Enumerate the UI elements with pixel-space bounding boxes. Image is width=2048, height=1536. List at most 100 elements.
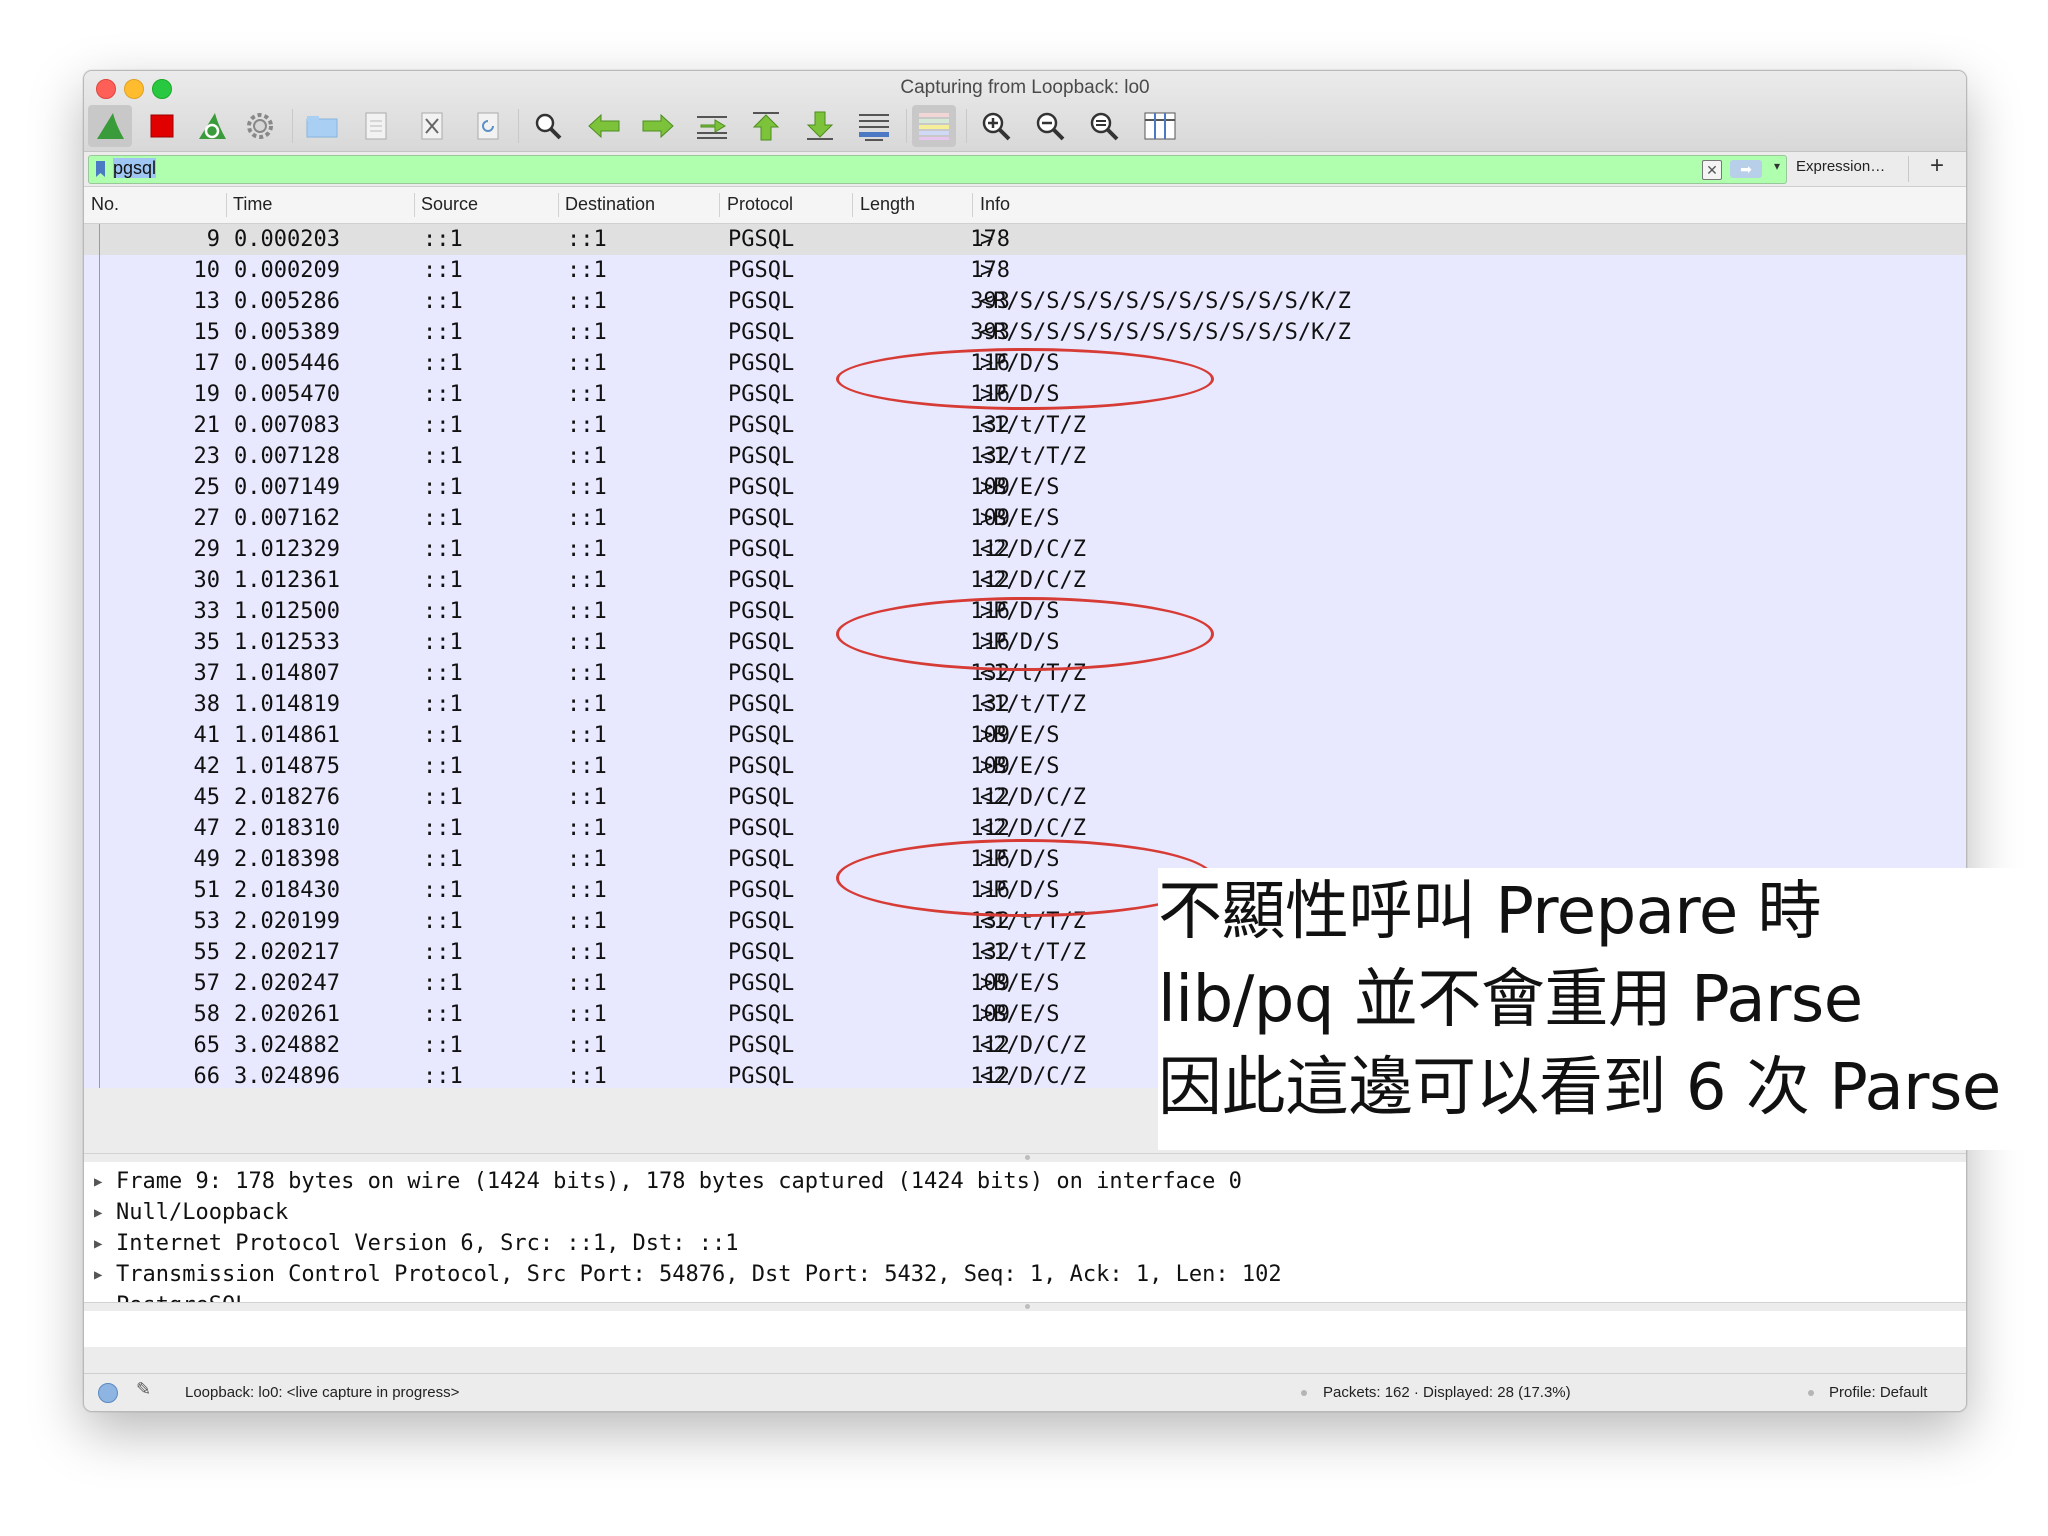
packet-source: ::1 <box>423 1033 463 1058</box>
annotation-line: 因此這邊可以看到 6 次 Parse <box>1158 1051 2001 1125</box>
title-bar: Capturing from Loopback: lo0 <box>84 71 1966 152</box>
close-file-button[interactable] <box>410 105 454 147</box>
start-capture-button[interactable] <box>88 105 132 147</box>
packet-row[interactable]: 35 1.012533::1::1 PGSQL 116 >P/D/S <box>84 627 1966 658</box>
go-last-button[interactable] <box>798 105 842 147</box>
packet-source: ::1 <box>423 1002 463 1027</box>
detail-tree-item[interactable]: ▶ Null/Loopback <box>94 1197 288 1228</box>
packet-row[interactable]: 30 1.012361::1::1 PGSQL 112 <2/D/C/Z <box>84 565 1966 596</box>
detail-tree-item[interactable]: ▼PostgreSQL <box>94 1290 248 1302</box>
zoom-out-button[interactable] <box>1028 105 1072 147</box>
apply-filter-arrow-icon[interactable]: ➡ <box>1730 160 1762 178</box>
packet-time: 0.005446 <box>234 351 340 376</box>
packet-protocol: PGSQL <box>728 351 795 376</box>
packet-protocol: PGSQL <box>728 1064 795 1088</box>
collapse-right-triangle-icon[interactable]: ▶ <box>94 1167 116 1198</box>
capture-options-button[interactable] <box>238 105 282 147</box>
expression-button[interactable]: Expression… <box>1796 158 1885 175</box>
packet-row[interactable]: 45 2.018276::1::1 PGSQL 112 <2/D/C/Z <box>84 782 1966 813</box>
packet-row[interactable]: 33 1.012500::1::1 PGSQL 116 >P/D/S <box>84 596 1966 627</box>
autoscroll-button[interactable] <box>852 105 896 147</box>
packet-details-pane[interactable]: ▶ Frame 9: 178 bytes on wire (1424 bits),… <box>84 1162 1966 1302</box>
packet-protocol: PGSQL <box>728 630 795 655</box>
packet-row[interactable]: 47 2.018310::1::1 PGSQL 112 <2/D/C/Z <box>84 813 1966 844</box>
packet-source: ::1 <box>423 506 463 531</box>
packet-info: <R/S/S/S/S/S/S/S/S/S/S/S/K/Z <box>980 289 1351 314</box>
column-header-source[interactable]: Source <box>421 194 478 215</box>
zoom-normal-button[interactable] <box>1082 105 1126 147</box>
packet-row[interactable]: 10 0.000209::1::1 PGSQL 178 > <box>84 255 1966 286</box>
detail-text: Internet Protocol Version 6, Src: ::1, D… <box>116 1231 739 1256</box>
packet-row[interactable]: 17 0.005446::1::1 PGSQL 116 >P/D/S <box>84 348 1966 379</box>
packet-no: 55 <box>193 940 221 965</box>
go-forward-button[interactable] <box>636 105 680 147</box>
packet-row[interactable]: 41 1.014861::1::1 PGSQL 109 >B/E/S <box>84 720 1966 751</box>
expand-down-triangle-icon[interactable]: ▼ <box>94 1291 116 1303</box>
open-file-button[interactable] <box>300 105 344 147</box>
stop-capture-button[interactable] <box>140 105 184 147</box>
packet-protocol: PGSQL <box>728 785 795 810</box>
restart-capture-button[interactable] <box>190 105 234 147</box>
detail-tree-item[interactable]: ▶ Internet Protocol Version 6, Src: ::1, … <box>94 1228 739 1259</box>
go-first-button[interactable] <box>744 105 788 147</box>
find-magnifier-icon <box>535 113 562 140</box>
colorize-button[interactable] <box>912 105 956 147</box>
go-back-button[interactable] <box>582 105 626 147</box>
save-file-button[interactable] <box>354 105 398 147</box>
display-filter-input[interactable]: pgsql ✕ ➡ ▾ <box>88 155 1787 184</box>
packet-row[interactable]: 21 0.007083::1::1 PGSQL 132 <1/t/T/Z <box>84 410 1966 441</box>
filter-text: pgsql <box>113 158 157 178</box>
collapse-right-triangle-icon[interactable]: ▶ <box>94 1229 116 1260</box>
resize-columns-button[interactable] <box>1138 105 1182 147</box>
packet-protocol: PGSQL <box>728 382 795 407</box>
profile-text[interactable]: Profile: Default <box>1829 1384 1927 1401</box>
reload-file-button[interactable] <box>466 105 510 147</box>
collapse-right-triangle-icon[interactable]: ▶ <box>94 1260 116 1291</box>
packet-row[interactable]: 38 1.014819::1::1 PGSQL 132 <1/t/T/Z <box>84 689 1966 720</box>
column-header-no[interactable]: No. <box>91 194 119 215</box>
packet-destination: ::1 <box>567 1064 607 1088</box>
resize-columns-icon <box>1144 112 1176 140</box>
packet-source: ::1 <box>423 754 463 779</box>
detail-tree-item[interactable]: ▶ Frame 9: 178 bytes on wire (1424 bits),… <box>94 1166 1242 1197</box>
column-header-protocol[interactable]: Protocol <box>727 194 793 215</box>
expert-info-icon[interactable] <box>98 1383 118 1403</box>
filter-history-dropdown-icon[interactable]: ▾ <box>1774 159 1780 173</box>
packet-info: <1/t/T/Z <box>980 661 1086 686</box>
packet-row[interactable]: 15 0.005389::1::1 PGSQL 393 <R/S/S/S/S/S/S/S… <box>84 317 1966 348</box>
packet-row[interactable]: 13 0.005286::1::1 PGSQL 393 <R/S/S/S/S/S/S/S… <box>84 286 1966 317</box>
find-packet-button[interactable] <box>526 105 570 147</box>
packet-row[interactable]: 19 0.005470::1::1 PGSQL 116 >P/D/S <box>84 379 1966 410</box>
zoom-in-button[interactable] <box>974 105 1018 147</box>
packet-source: ::1 <box>423 568 463 593</box>
packet-row[interactable]: 29 1.012329::1::1 PGSQL 112 <2/D/C/Z <box>84 534 1966 565</box>
packet-time: 2.018430 <box>234 878 340 903</box>
packet-row[interactable]: 37 1.014807::1::1 PGSQL 132 <1/t/T/Z <box>84 658 1966 689</box>
go-to-packet-button[interactable] <box>690 105 734 147</box>
capture-comment-icon[interactable]: ✎ <box>136 1379 151 1400</box>
bookmark-icon[interactable] <box>96 161 105 177</box>
packet-row[interactable]: 9 0.000203::1::1 PGSQL 178 > <box>84 224 1966 255</box>
column-header-info[interactable]: Info <box>980 194 1010 215</box>
packet-no: 45 <box>193 785 221 810</box>
collapse-right-triangle-icon[interactable]: ▶ <box>94 1198 116 1229</box>
packet-destination: ::1 <box>567 692 607 717</box>
go-last-icon <box>806 111 834 140</box>
zoom-in-icon <box>982 112 1011 141</box>
clear-filter-icon[interactable]: ✕ <box>1702 160 1722 180</box>
zoom-out-icon <box>1036 112 1065 141</box>
packet-row[interactable]: 23 0.007128::1::1 PGSQL 132 <1/t/T/Z <box>84 441 1966 472</box>
packet-time: 1.012533 <box>234 630 340 655</box>
column-header-length[interactable]: Length <box>860 194 915 215</box>
packet-source: ::1 <box>423 537 463 562</box>
packet-row[interactable]: 42 1.014875::1::1 PGSQL 109 >B/E/S <box>84 751 1966 782</box>
packet-row[interactable]: 25 0.007149::1::1 PGSQL 109 >B/E/S <box>84 472 1966 503</box>
detail-tree-item[interactable]: ▶ Transmission Control Protocol, Src Port… <box>94 1259 1282 1290</box>
column-header-time[interactable]: Time <box>233 194 272 215</box>
packet-source: ::1 <box>423 475 463 500</box>
add-filter-button[interactable]: + <box>1930 152 1944 180</box>
packet-row[interactable]: 27 0.007162::1::1 PGSQL 109 >B/E/S <box>84 503 1966 534</box>
column-header-destination[interactable]: Destination <box>565 194 655 215</box>
packet-no: 47 <box>193 816 221 841</box>
packet-bytes-pane[interactable] <box>84 1311 1966 1347</box>
